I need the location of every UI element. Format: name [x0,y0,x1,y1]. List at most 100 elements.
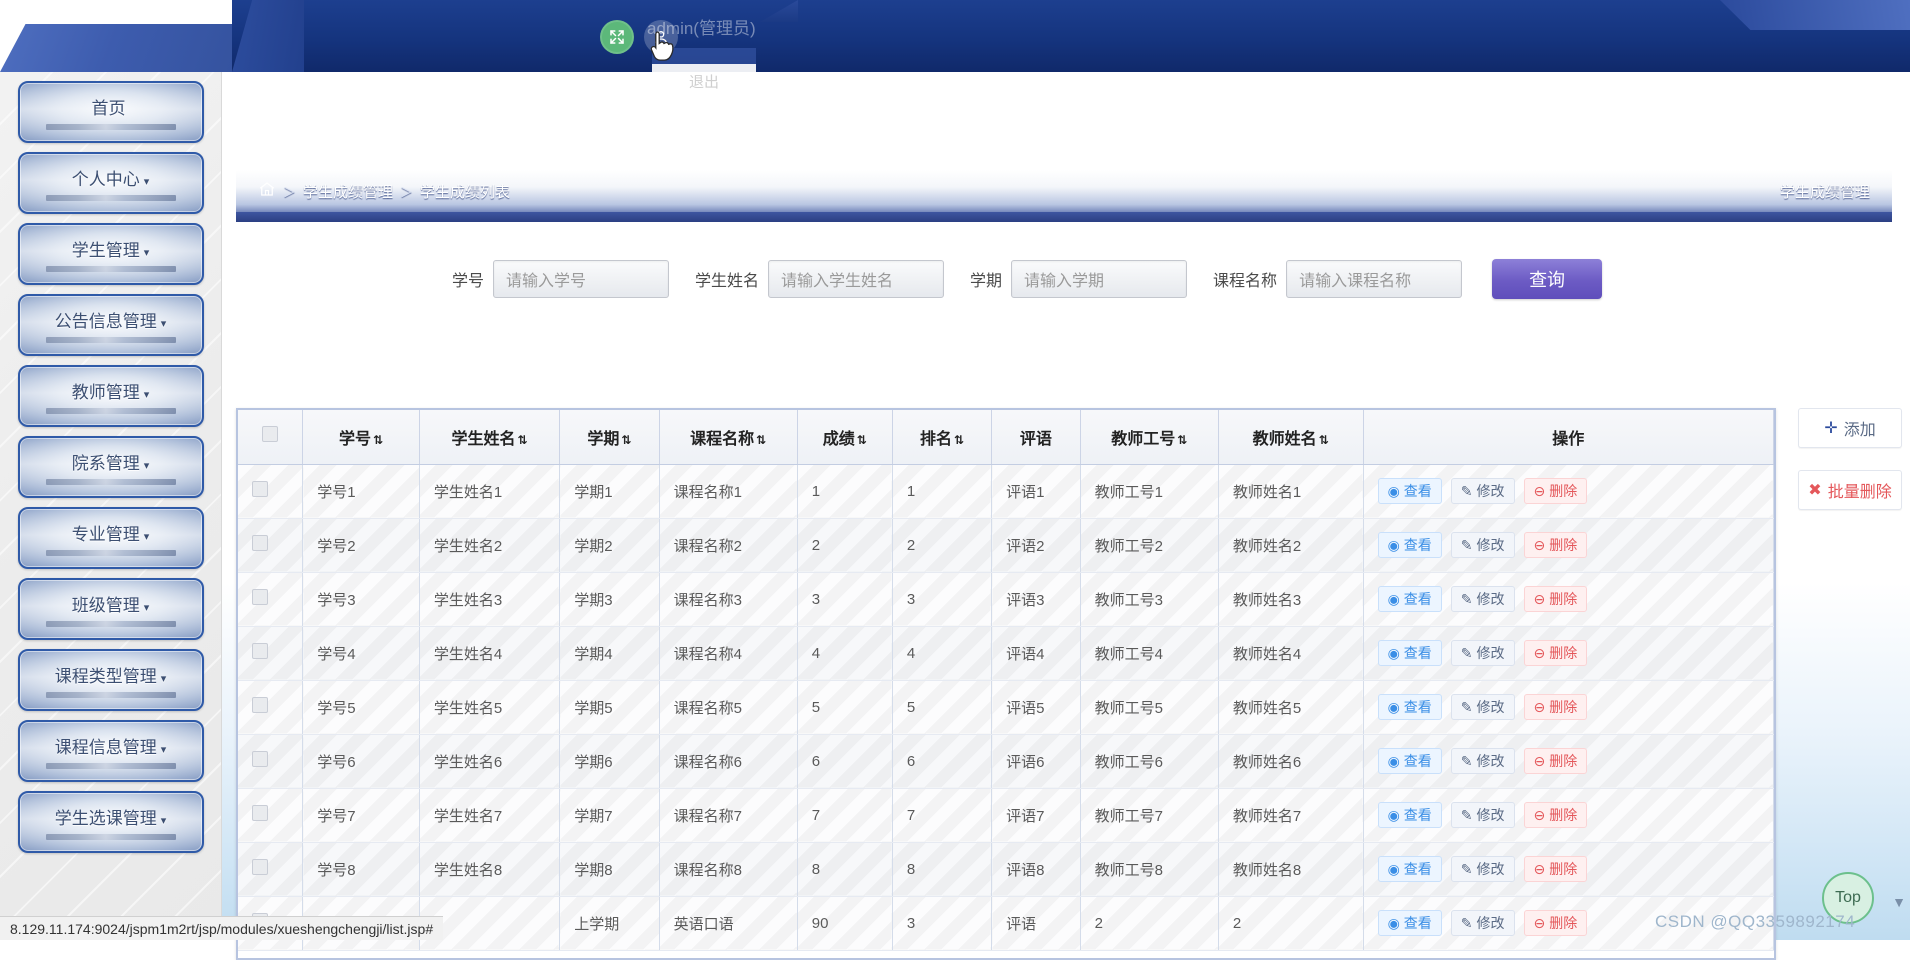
cell-jsxingming: 教师姓名2 [1218,518,1363,572]
delete-button[interactable]: ⊖删除 [1524,694,1588,720]
search-input-xueqi[interactable]: 请输入学期 [1011,260,1187,298]
sidebar-item-6[interactable]: 专业管理▾ [18,507,204,569]
col-header-kecheng[interactable]: 课程名称⇅ [659,410,797,464]
col-header-chengji[interactable]: 成绩⇅ [797,410,892,464]
sidebar-item-8[interactable]: 课程类型管理▾ [18,649,204,711]
view-button[interactable]: ◉查看 [1378,910,1442,936]
expand-icon[interactable] [600,20,634,54]
row-checkbox[interactable] [252,805,268,821]
search-input-kecheng[interactable]: 请输入课程名称 [1286,260,1462,298]
scroll-down-arrow-icon[interactable]: ▼ [1892,894,1906,910]
sidebar-item-5[interactable]: 院系管理▾ [18,436,204,498]
delete-button[interactable]: ⊖删除 [1524,856,1588,882]
edit-button[interactable]: ✎修改 [1451,910,1515,936]
eye-icon: ◉ [1388,753,1400,770]
row-select-cell[interactable] [238,788,303,842]
sort-icon[interactable]: ⇅ [954,433,964,447]
sidebar-item-1[interactable]: 个人中心▾ [18,152,204,214]
edit-button[interactable]: ✎修改 [1451,748,1515,774]
row-select-cell[interactable] [238,680,303,734]
view-button[interactable]: ◉查看 [1378,478,1442,504]
row-checkbox[interactable] [252,643,268,659]
row-checkbox[interactable] [252,589,268,605]
view-button[interactable]: ◉查看 [1378,694,1442,720]
cell-kecheng: 课程名称8 [659,842,797,896]
delete-button[interactable]: ⊖删除 [1524,532,1588,558]
col-header-paiming[interactable]: 排名⇅ [892,410,991,464]
view-button[interactable]: ◉查看 [1378,586,1442,612]
row-checkbox[interactable] [252,535,268,551]
col-header-jsgonghao[interactable]: 教师工号⇅ [1080,410,1218,464]
sidebar-item-10[interactable]: 学生选课管理▾ [18,791,204,853]
delete-button[interactable]: ⊖删除 [1524,586,1588,612]
view-button[interactable]: ◉查看 [1378,640,1442,666]
edit-button[interactable]: ✎修改 [1451,586,1515,612]
edit-button[interactable]: ✎修改 [1451,478,1515,504]
view-button[interactable]: ◉查看 [1378,532,1442,558]
view-button[interactable]: ◉查看 [1378,748,1442,774]
add-button[interactable]: ✛ 添加 [1798,408,1902,448]
sort-icon[interactable]: ⇅ [518,433,528,447]
logout-menu-item[interactable]: 退出 [652,64,756,98]
sort-icon[interactable]: ⇅ [621,433,631,447]
delete-button[interactable]: ⊖删除 [1524,910,1588,936]
sidebar-item-underline [46,550,176,556]
sidebar-item-4[interactable]: 教师管理▾ [18,365,204,427]
sidebar-item-2[interactable]: 学生管理▾ [18,223,204,285]
user-dropdown-menu[interactable]: 退出 [652,48,756,98]
row-checkbox[interactable] [252,751,268,767]
sort-icon[interactable]: ⇅ [756,433,766,447]
row-select-cell[interactable] [238,518,303,572]
query-button[interactable]: 查询 [1492,259,1602,299]
user-icon[interactable] [644,20,678,54]
delete-button[interactable]: ⊖删除 [1524,640,1588,666]
breadcrumb-level-1[interactable]: 学生成绩管理 [303,181,393,202]
sort-icon[interactable]: ⇅ [1319,433,1329,447]
search-input-xingming[interactable]: 请输入学生姓名 [768,260,944,298]
cell-xingming: 学生姓名7 [419,788,559,842]
edit-button[interactable]: ✎修改 [1451,802,1515,828]
pencil-icon: ✎ [1461,753,1473,770]
sidebar-item-0[interactable]: 首页 [18,81,204,143]
sort-icon[interactable]: ⇅ [373,433,383,447]
edit-button[interactable]: ✎修改 [1451,694,1515,720]
delete-button[interactable]: ⊖删除 [1524,748,1588,774]
row-select-cell[interactable] [238,464,303,518]
row-select-cell[interactable] [238,734,303,788]
select-all-checkbox[interactable] [262,426,278,442]
row-checkbox[interactable] [252,481,268,497]
sidebar-item-3[interactable]: 公告信息管理▾ [18,294,204,356]
delete-button[interactable]: ⊖删除 [1524,478,1588,504]
row-checkbox[interactable] [252,859,268,875]
col-header-xingming[interactable]: 学生姓名⇅ [419,410,559,464]
sort-icon[interactable]: ⇅ [857,433,867,447]
cell-pingyu: 评语2 [992,518,1081,572]
edit-button[interactable]: ✎修改 [1451,640,1515,666]
cell-xingming: 学生姓名1 [419,464,559,518]
cell-paiming: 7 [892,788,991,842]
cell-operations: ◉查看 ✎修改 ⊖删除 [1363,518,1773,572]
breadcrumb-level-2[interactable]: 学生成绩列表 [420,181,510,202]
select-all-header[interactable] [238,410,303,464]
view-button[interactable]: ◉查看 [1378,856,1442,882]
row-action-group: ◉查看 ✎修改 ⊖删除 [1378,802,1772,828]
sidebar-item-7[interactable]: 班级管理▾ [18,578,204,640]
delete-button[interactable]: ⊖删除 [1524,802,1588,828]
cell-operations: ◉查看 ✎修改 ⊖删除 [1363,788,1773,842]
batch-delete-button[interactable]: ✖ 批量删除 [1798,470,1902,510]
edit-button[interactable]: ✎修改 [1451,532,1515,558]
row-checkbox[interactable] [252,697,268,713]
col-header-jsxingming[interactable]: 教师姓名⇅ [1218,410,1363,464]
row-select-cell[interactable] [238,572,303,626]
sidebar-item-label: 课程信息管理 [55,738,157,757]
col-header-xuehao[interactable]: 学号⇅ [303,410,420,464]
sort-icon[interactable]: ⇅ [1177,433,1187,447]
row-select-cell[interactable] [238,842,303,896]
view-button[interactable]: ◉查看 [1378,802,1442,828]
search-input-xuehao[interactable]: 请输入学号 [493,260,669,298]
sidebar-item-9[interactable]: 课程信息管理▾ [18,720,204,782]
home-icon[interactable] [258,180,276,202]
edit-button[interactable]: ✎修改 [1451,856,1515,882]
col-header-xueqi[interactable]: 学期⇅ [560,410,659,464]
row-select-cell[interactable] [238,626,303,680]
